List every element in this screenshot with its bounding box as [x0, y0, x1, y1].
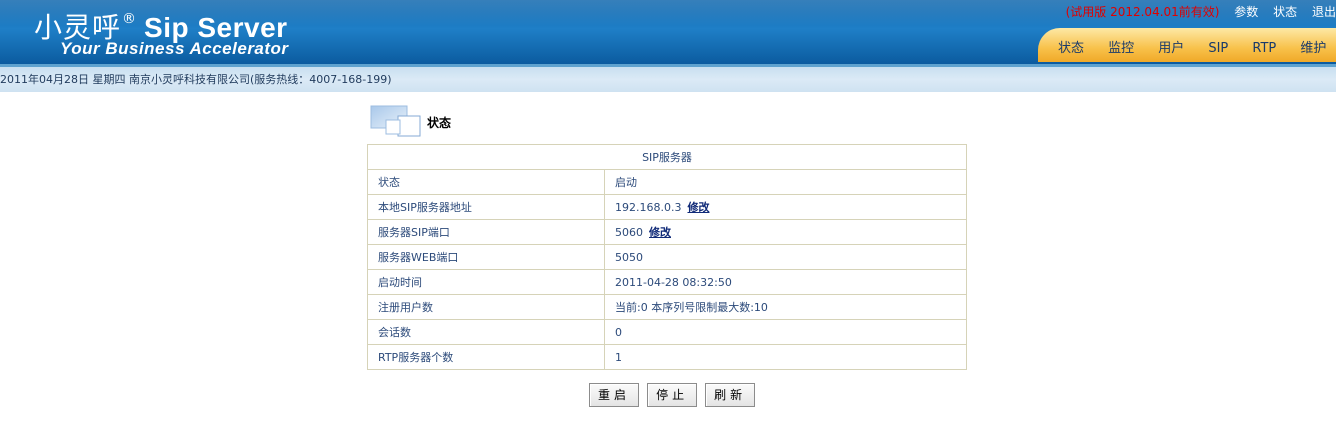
nav-item-sip[interactable]: SIP: [1208, 41, 1228, 56]
edit-sip-port-link[interactable]: 修改: [649, 226, 671, 239]
nav-item-users[interactable]: 用户: [1158, 37, 1184, 56]
top-links: (试用版 2012.04.01前有效) 参数 状态 退出: [1066, 3, 1336, 20]
table-row: 服务器WEB端口 5050: [367, 244, 967, 270]
nav-item-status[interactable]: 状态: [1058, 37, 1084, 56]
date-bar: 2011年04月28日 星期四 南京小灵呼科技有限公司(服务热线：4007-16…: [0, 64, 1336, 92]
row-label: 服务器WEB端口: [367, 244, 605, 270]
restart-button[interactable]: 重启: [589, 383, 639, 407]
row-value: 192.168.0.3: [615, 201, 682, 214]
row-value: 1: [604, 344, 967, 370]
row-label: 状态: [367, 169, 605, 195]
nav-item-rtp[interactable]: RTP: [1252, 41, 1276, 56]
table-header: SIP服务器: [367, 144, 967, 170]
row-label: 服务器SIP端口: [367, 219, 605, 245]
link-status[interactable]: 状态: [1273, 5, 1297, 19]
row-label: 本地SIP服务器地址: [367, 194, 605, 220]
nav-item-maintenance[interactable]: 维护: [1300, 37, 1326, 56]
sip-server-status-table: SIP服务器 状态 启动 本地SIP服务器地址 192.168.0.3 修改 服务…: [367, 144, 967, 370]
table-row: 启动时间 2011-04-28 08:32:50: [367, 269, 967, 295]
table-row: 注册用户数 当前:0 本序列号限制最大数:10: [367, 294, 967, 320]
table-row: RTP服务器个数 1: [367, 344, 967, 370]
row-value: 5050: [604, 244, 967, 270]
edit-address-link[interactable]: 修改: [687, 201, 709, 214]
row-value-cell: 5060 修改: [604, 219, 967, 245]
date-info: 2011年04月28日 星期四 南京小灵呼科技有限公司(服务热线：4007-16…: [0, 73, 392, 86]
row-value: 0: [604, 319, 967, 345]
row-label: 会话数: [367, 319, 605, 345]
action-buttons: 重启 停止 刷新: [589, 383, 758, 407]
row-value: 当前:0 本序列号限制最大数:10: [604, 294, 967, 320]
section-squares-icon: [370, 105, 421, 137]
section-header: 状态: [370, 104, 451, 138]
refresh-button[interactable]: 刷新: [705, 383, 756, 407]
trial-notice: (试用版 2012.04.01前有效): [1065, 5, 1220, 19]
table-header-row: SIP服务器: [367, 144, 967, 170]
table-row: 状态 启动: [367, 169, 967, 195]
row-value-cell: 192.168.0.3 修改: [604, 194, 967, 220]
row-value: 2011-04-28 08:32:50: [604, 269, 967, 295]
table-row: 会话数 0: [367, 319, 967, 345]
registered-mark: ®: [122, 11, 137, 27]
main-nav: 状态 监控 用户 SIP RTP 维护: [1038, 28, 1336, 62]
brand-slogan: Your Business Accelerator: [60, 39, 289, 58]
table-row: 服务器SIP端口 5060 修改: [367, 219, 967, 245]
row-value: 5060: [615, 226, 643, 239]
table-row: 本地SIP服务器地址 192.168.0.3 修改: [367, 194, 967, 220]
row-label: 注册用户数: [367, 294, 605, 320]
row-label: 启动时间: [367, 269, 605, 295]
stop-button[interactable]: 停止: [647, 383, 698, 407]
row-value: 启动: [604, 169, 967, 195]
row-label: RTP服务器个数: [367, 344, 605, 370]
link-params[interactable]: 参数: [1234, 5, 1258, 19]
section-title: 状态: [427, 116, 452, 130]
header-banner: 小灵呼® Sip Server Your Business Accelerator…: [0, 0, 1336, 64]
nav-item-monitor[interactable]: 监控: [1108, 37, 1134, 56]
link-logout[interactable]: 退出: [1312, 5, 1336, 19]
